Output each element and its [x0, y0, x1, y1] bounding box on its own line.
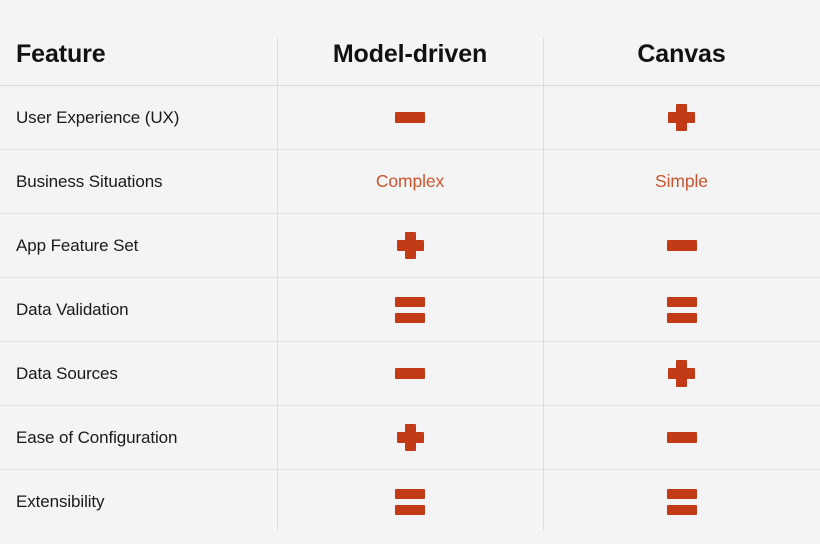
cell-feature: App Feature Set — [0, 213, 277, 278]
cell-model_driven — [277, 405, 543, 470]
cell-canvas — [543, 341, 820, 406]
cell-model_driven — [277, 85, 543, 150]
table-row: User Experience (UX) — [0, 85, 820, 150]
table-row: Ease of Configuration — [0, 405, 820, 470]
table-row: Data Validation — [0, 277, 820, 342]
cell-canvas — [543, 85, 820, 150]
table-row: Data Sources — [0, 341, 820, 406]
cell-feature: Data Validation — [0, 277, 277, 342]
column-divider-2 — [543, 38, 544, 530]
cell-model_driven — [277, 213, 543, 278]
cell-feature: Business Situations — [0, 149, 277, 214]
minus-icon — [395, 111, 425, 123]
header-divider — [12, 85, 820, 86]
plus-icon — [668, 104, 695, 131]
table-body: User Experience (UX) Business Situations C… — [0, 85, 820, 533]
cell-canvas: Simple — [543, 149, 820, 214]
comparison-table: Feature Model-driven Canvas User Experie… — [0, 0, 820, 544]
column-header-canvas: Canvas — [637, 39, 726, 68]
minus-icon — [666, 239, 697, 251]
cell-feature: Extensibility — [0, 469, 277, 533]
table-row: Business Situations Complex Simple — [0, 149, 820, 214]
minus-icon — [395, 367, 425, 379]
column-divider-1 — [277, 38, 278, 530]
cell-feature: User Experience (UX) — [0, 85, 277, 150]
column-header-feature: Feature — [16, 39, 106, 68]
plus-icon — [396, 232, 424, 259]
cell-canvas — [543, 405, 820, 470]
cell-feature: Ease of Configuration — [0, 405, 277, 470]
equals-icon — [666, 488, 697, 515]
cell-model_driven: Complex — [277, 149, 543, 214]
table-row: App Feature Set — [0, 213, 820, 278]
verdict-label: Complex — [375, 171, 445, 191]
cell-feature: Data Sources — [0, 341, 277, 406]
cell-canvas — [543, 277, 820, 342]
feature-comparison-table: Feature Model-driven Canvas User Experie… — [0, 23, 820, 533]
plus-icon — [668, 360, 695, 387]
equals-icon — [395, 488, 425, 515]
column-header-model-driven: Model-driven — [332, 39, 488, 68]
cell-model_driven — [277, 277, 543, 342]
equals-icon — [666, 296, 697, 323]
cell-model_driven — [277, 341, 543, 406]
verdict-label: Simple — [655, 171, 708, 191]
table-row: Extensibility — [0, 469, 820, 533]
table-header: Feature Model-driven Canvas — [0, 23, 820, 86]
cell-canvas — [543, 213, 820, 278]
header-row: Feature Model-driven Canvas — [0, 23, 820, 86]
cell-canvas — [543, 469, 820, 533]
equals-icon — [395, 296, 425, 323]
cell-model_driven — [277, 469, 543, 533]
minus-icon — [666, 431, 697, 443]
plus-icon — [396, 424, 424, 451]
